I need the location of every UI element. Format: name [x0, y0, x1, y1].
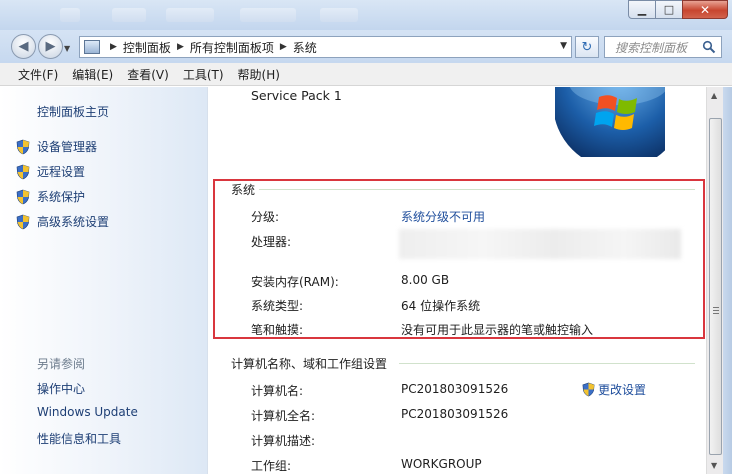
left-pane: 控制面板主页 设备管理器 远程设置 系统保护 高级系统设置 另请参阅 操作中心 …: [0, 87, 208, 474]
ghost-tab: [166, 8, 214, 22]
menu-help[interactable]: 帮助(H): [238, 66, 280, 83]
uac-shield-icon: [16, 189, 30, 204]
search-placeholder: 搜索控制面板: [615, 40, 688, 55]
close-icon: ✕: [699, 2, 711, 17]
refresh-icon: ↻: [581, 39, 593, 55]
sidebar-item-system-protection[interactable]: 系统保护: [15, 188, 85, 205]
workgroup-value: WORKGROUP: [401, 457, 482, 471]
see-also-performance[interactable]: 性能信息和工具: [37, 430, 121, 447]
search-input[interactable]: 搜索控制面板: [604, 36, 722, 58]
menu-edit[interactable]: 编辑(E): [72, 66, 113, 83]
breadcrumb-system[interactable]: 系统: [293, 39, 317, 56]
scrollbar-thumb[interactable]: [709, 118, 722, 455]
menu-tools[interactable]: 工具(T): [183, 66, 224, 83]
computer-name-value: PC201803091526: [401, 382, 509, 396]
address-dropdown-icon[interactable]: ▼: [560, 41, 567, 51]
menu-view[interactable]: 查看(V): [127, 66, 169, 83]
main-pane: Service Pack 1 系统 分级: 系统分级不可用 处理器: 安装内存(…: [209, 87, 706, 474]
scroll-up-arrow-icon[interactable]: ▲: [711, 91, 717, 100]
breadcrumb-separator-icon[interactable]: ▶: [110, 42, 117, 52]
uac-shield-icon: [16, 164, 30, 179]
sidebar-item-device-manager[interactable]: 设备管理器: [15, 138, 97, 155]
sidebar-home-link[interactable]: 控制面板主页: [37, 103, 109, 120]
title-bar: ▁ □ ✕: [0, 0, 732, 30]
search-icon[interactable]: [702, 40, 716, 54]
section-divider: [399, 363, 695, 364]
recent-pages-dropdown[interactable]: ▼: [64, 44, 70, 53]
uac-shield-icon: [16, 139, 30, 154]
see-also-windows-update[interactable]: Windows Update: [37, 405, 138, 419]
sidebar-item-advanced-settings[interactable]: 高级系统设置: [15, 213, 109, 230]
close-button[interactable]: ✕: [682, 0, 728, 19]
vertical-scrollbar[interactable]: ▲ ▼: [706, 87, 723, 474]
uac-shield-icon: [16, 214, 30, 229]
ghost-tab: [112, 8, 146, 22]
computer-section-title: 计算机名称、域和工作组设置: [231, 357, 388, 371]
back-button[interactable]: ◀: [11, 34, 36, 59]
sidebar-item-label: 设备管理器: [37, 140, 98, 154]
sidebar-item-label: 系统保护: [37, 190, 86, 204]
menu-file[interactable]: 文件(F): [18, 66, 58, 83]
window-frame-right: [723, 87, 732, 474]
highlight-box: [213, 179, 705, 339]
workgroup-label: 工作组:: [251, 459, 292, 473]
breadcrumb-all-items[interactable]: 所有控制面板项: [190, 39, 274, 56]
address-bar[interactable]: ▶ 控制面板 ▶ 所有控制面板项 ▶ 系统 ▼: [79, 36, 572, 58]
ghost-tab: [320, 8, 358, 22]
computer-name-label: 计算机名:: [251, 384, 304, 398]
control-panel-icon: [84, 40, 100, 54]
forward-button[interactable]: ▶: [38, 34, 63, 59]
windows-logo: [555, 87, 665, 157]
forward-arrow-icon: ▶: [45, 39, 56, 54]
window-controls: ▁ □ ✕: [628, 0, 728, 19]
service-pack-text: Service Pack 1: [251, 88, 342, 103]
see-also-heading: 另请参阅: [37, 357, 86, 371]
uac-shield-icon: [582, 382, 595, 397]
scroll-down-arrow-icon[interactable]: ▼: [711, 461, 717, 470]
breadcrumb-separator-icon[interactable]: ▶: [280, 42, 287, 52]
menu-bar: 文件(F) 编辑(E) 查看(V) 工具(T) 帮助(H): [0, 63, 732, 86]
change-settings-link[interactable]: 更改设置: [581, 381, 646, 398]
ghost-tab: [240, 8, 296, 22]
sidebar-item-label: 高级系统设置: [37, 215, 110, 229]
breadcrumb-control-panel[interactable]: 控制面板: [123, 39, 171, 56]
refresh-button[interactable]: ↻: [575, 36, 599, 58]
breadcrumb-separator-icon[interactable]: ▶: [177, 42, 184, 52]
minimize-button[interactable]: ▁: [628, 0, 656, 19]
minimize-icon: ▁: [637, 3, 647, 16]
change-settings-label: 更改设置: [598, 383, 647, 397]
see-also-action-center[interactable]: 操作中心: [37, 380, 85, 397]
sidebar-item-label: 远程设置: [37, 165, 86, 179]
scroll-grip-icon: [713, 307, 719, 314]
maximize-icon: □: [663, 3, 675, 16]
sidebar-item-remote-settings[interactable]: 远程设置: [15, 163, 85, 180]
navigation-bar: ◀ ▶ ▼ ▶ 控制面板 ▶ 所有控制面板项 ▶ 系统 ▼ ↻ 搜索控制面板: [0, 30, 732, 63]
ghost-tab-icon: [60, 8, 80, 22]
full-computer-name-label: 计算机全名:: [251, 409, 316, 423]
maximize-button[interactable]: □: [655, 0, 683, 19]
back-arrow-icon: ◀: [18, 39, 29, 54]
computer-description-label: 计算机描述:: [251, 434, 316, 448]
full-computer-name-value: PC201803091526: [401, 407, 509, 421]
